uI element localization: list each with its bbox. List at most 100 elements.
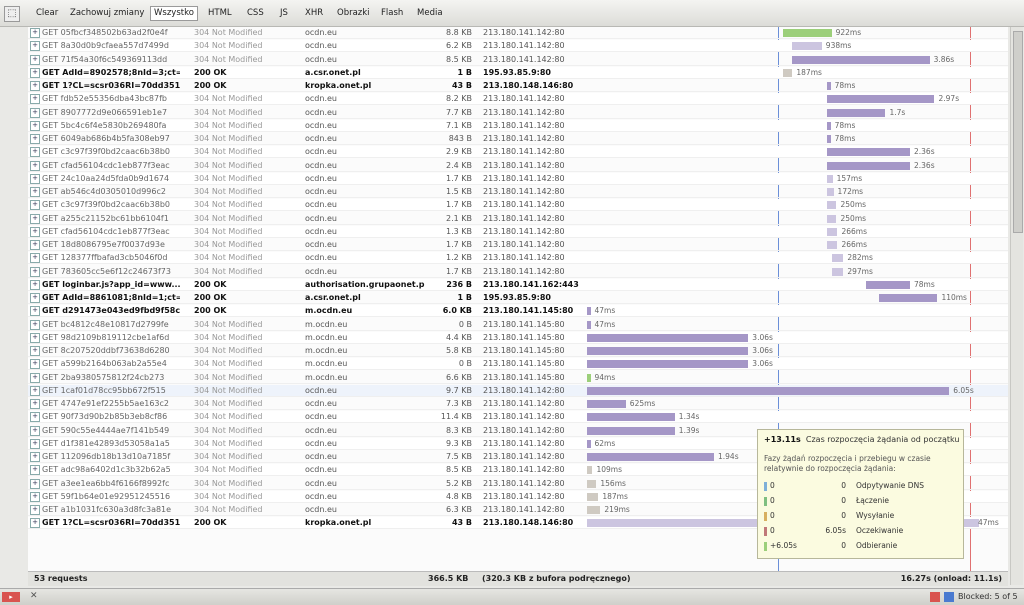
filter-button-xhr[interactable]: XHR [305,7,323,20]
request-row[interactable]: + GET 8c207520ddbf73638d6280 304 Not Modif… [28,345,1008,357]
request-url[interactable]: GET cfad56104cdc1eb877f3eac [42,160,180,171]
filter-button-flash[interactable]: Flash [381,7,403,20]
expand-icon[interactable]: + [30,279,40,290]
timeline-bar[interactable] [826,95,935,104]
expand-icon[interactable]: + [30,200,40,211]
request-url[interactable]: GET 8907772d9e066591eb1e7 [42,107,180,118]
expand-icon[interactable]: + [30,306,40,317]
request-url[interactable]: GET 1?CL=scsr036RI=70dd351 [42,80,180,91]
filter-button-wszystko[interactable]: Wszystko [150,6,198,21]
expand-icon[interactable]: + [30,28,40,38]
request-url[interactable]: GET 59f1b64e01e92951245516 [42,491,180,502]
expand-icon[interactable]: + [30,412,40,423]
expand-icon[interactable]: + [30,438,40,449]
timeline-bar[interactable] [826,148,910,157]
request-row[interactable]: + GET bc4812c48e10817d2799fe 304 Not Modif… [28,319,1008,331]
request-row[interactable]: + GET 6049ab686b4b5fa308eb97 304 Not Modif… [28,133,1008,145]
timeline-bar[interactable] [782,29,832,37]
timeline-bar[interactable] [826,227,838,236]
request-url[interactable]: GET 18d8086795e7f0037d93e [42,239,180,250]
timeline-bar[interactable] [826,161,910,170]
request-row[interactable]: + GET 24c10aa24d5fda0b9d1674 304 Not Modif… [28,172,1008,185]
expand-icon[interactable]: + [30,147,40,158]
request-url[interactable]: GET 6049ab686b4b5fa308eb97 [42,133,180,144]
expand-icon[interactable]: + [30,359,40,370]
timeline-bar[interactable] [586,413,675,422]
request-url[interactable]: GET 24c10aa24d5fda0b9d1674 [42,173,180,184]
expand-icon[interactable]: + [30,94,40,105]
timeline-bar[interactable] [792,42,822,51]
timeline-bar[interactable] [831,267,844,276]
request-row[interactable]: + GET a255c21152bc61bb6104f1 304 Not Modif… [28,213,1008,225]
request-url[interactable]: GET 4747e91ef2255b5ae163c2 [42,398,180,409]
filter-button-clear[interactable]: Clear [36,7,58,20]
expand-icon[interactable]: + [30,452,40,462]
timeline-bar[interactable] [865,280,910,289]
timeline-bar[interactable] [826,241,838,249]
expand-icon[interactable]: + [30,134,40,144]
scrollbar-thumb[interactable] [1013,31,1023,233]
close-icon[interactable]: ✕ [30,591,38,601]
request-url[interactable]: GET 128377ffbafad3cb5046f0d [42,252,180,263]
request-url[interactable]: GET 90f73d90b2b85b3eb8cf86 [42,411,180,422]
timeline-bar[interactable] [586,360,749,369]
expand-icon[interactable]: + [30,41,40,52]
console-icon[interactable] [930,592,940,602]
expand-icon[interactable]: + [30,107,40,118]
expand-icon[interactable]: + [30,505,40,515]
request-row[interactable]: + GET loginbar.js?app_id=www.... 200 OK aut… [28,278,1008,291]
request-row[interactable]: + GET cfad56104cdc1eb877f3eac 304 Not Modi… [28,225,1008,238]
expand-icon[interactable]: + [30,266,40,277]
expand-icon[interactable]: + [30,399,40,409]
timeline-bar[interactable] [826,108,886,117]
request-url[interactable]: GET loginbar.js?app_id=www.... [42,279,180,290]
request-url[interactable]: GET a599b2164b063ab2a55e4 [42,358,180,369]
expand-icon[interactable]: + [30,81,40,91]
timeline-bar[interactable] [586,320,591,329]
request-url[interactable]: GET c3c97f39f0bd2caac6b38b0 [42,146,180,157]
request-row[interactable]: + GET AdId=8902578;8nId=3;ct= 200 OK a.csr.… [28,66,1008,79]
timeline-bar[interactable] [586,373,591,382]
timeline-bar[interactable] [826,135,831,143]
request-url[interactable]: GET 98d2109b819112cbe1af6d [42,332,180,343]
firebug-icon[interactable]: ▸ [2,592,20,602]
timeline-bar[interactable] [586,492,599,501]
request-row[interactable]: + GET d291473e043ed9fbd9f58c 200 OK m.ocdn.… [28,305,1008,318]
request-row[interactable]: + GET 71f54a30f6c549369113dd 304 Not Modif… [28,54,1008,66]
request-url[interactable]: GET 05fbcf348502b63ad2f0e4f [42,27,180,38]
request-row[interactable]: + GET 98d2109b819112cbe1af6d 304 Not Modif… [28,331,1008,344]
expand-icon[interactable]: + [30,173,40,184]
timeline-bar[interactable] [826,121,831,130]
expand-icon[interactable]: + [30,465,40,476]
request-url[interactable]: GET AdId=8861081;8nId=1;ct= [42,292,180,303]
expand-icon[interactable]: + [30,491,40,502]
expand-icon[interactable]: + [30,332,40,343]
expand-icon[interactable]: + [30,226,40,237]
expand-icon[interactable]: + [30,478,40,489]
request-row[interactable]: + GET cfad56104cdc1eb877f3eac 304 Not Modi… [28,160,1008,172]
request-row[interactable]: + GET c3c97f39f0bd2caac6b38b0 304 Not Modi… [28,146,1008,159]
request-url[interactable]: GET 5bc4c6f4e5830b269480fa [42,120,180,131]
request-row[interactable]: + GET 5bc4c6f4e5830b269480fa 304 Not Modif… [28,119,1008,132]
request-url[interactable]: GET 112096db18b13d10a7185f [42,451,180,462]
request-row[interactable]: + GET 783605cc5e6f12c24673f73 304 Not Modi… [28,266,1008,278]
expand-icon[interactable]: + [30,346,40,356]
timeline-bar[interactable] [586,386,950,395]
timeline-bar[interactable] [586,307,591,316]
expand-icon[interactable]: + [30,187,40,197]
timeline-bar[interactable] [831,254,844,263]
request-url[interactable]: GET d291473e043ed9fbd9f58c [42,305,180,316]
timeline-bar[interactable] [586,439,591,448]
expand-icon[interactable]: + [30,253,40,264]
request-row[interactable]: + GET ab546c4d0305010d996c2 304 Not Modifi… [28,186,1008,198]
filter-button-media[interactable]: Media [417,7,443,20]
inspect-icon[interactable]: ⬚ [4,6,20,22]
request-row[interactable]: + GET c3c97f39f0bd2caac6b38b0 304 Not Modi… [28,199,1008,212]
request-row[interactable]: + GET 1caf01d78cc95bb672f515 304 Not Modif… [28,384,1008,397]
timeline-bar[interactable] [826,214,837,223]
request-url[interactable]: GET cfad56104cdc1eb877f3eac [42,226,180,237]
request-url[interactable]: GET a3ee1ea6bb4f6166f8992fc [42,478,180,489]
timeline-bar[interactable] [586,479,597,488]
request-row[interactable]: + GET 18d8086795e7f0037d93e 304 Not Modifi… [28,239,1008,251]
expand-icon[interactable]: + [30,293,40,303]
